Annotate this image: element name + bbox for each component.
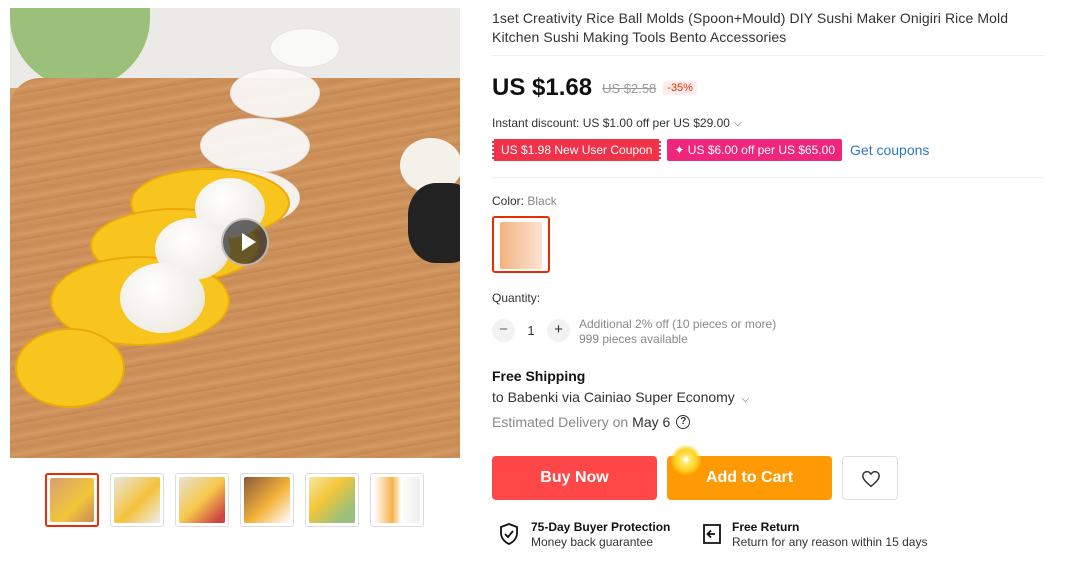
delivery-date: May 6 [632,414,671,430]
shipping-destination-text: to Babenki via Cainiao Super Economy [492,389,735,405]
quantity-info: Additional 2% off (10 pieces or more) 99… [579,317,776,347]
color-swatch[interactable] [492,216,550,273]
buyer-protection: 75-Day Buyer Protection Money back guara… [497,520,670,550]
thumbnail[interactable] [305,473,359,527]
thumbnail[interactable] [175,473,229,527]
chevron-down-icon: ⌵ [733,117,742,129]
chevron-down-icon: ⌵ [738,394,750,405]
product-title: 1set Creativity Rice Ball Molds (Spoon+M… [492,10,1009,45]
heart-icon [862,470,880,488]
store-coupon[interactable]: ✦ US $6.00 off per US $65.00 [667,139,843,161]
discount-badge: -35% [663,81,697,95]
instant-discount-text: Instant discount: US $1.00 off per US $2… [492,116,730,130]
image-sushi-roll [408,183,460,263]
estimated-delivery-label: Estimated Delivery on [492,414,629,430]
quantity-label: Quantity: [492,291,541,305]
color-label: Color: Black [492,194,557,208]
get-coupons-link[interactable]: Get coupons [850,142,929,158]
image-rice-ball [120,263,205,333]
shipping-title: Free Shipping [492,368,586,384]
buy-now-button[interactable]: Buy Now [492,456,657,500]
thumbnail[interactable] [110,473,164,527]
protection-subtitle: Money back guarantee [531,535,654,549]
estimated-delivery: Estimated Delivery on May 6 ? [492,414,691,430]
return-subtitle: Return for any reason within 15 days [732,535,928,549]
shield-check-icon [500,523,518,545]
quantity-value[interactable]: 1 [515,323,547,338]
shipping-destination[interactable]: to Babenki via Cainiao Super Economy ⌵ [492,389,749,405]
help-icon[interactable]: ? [676,415,691,429]
bulk-discount-text: Additional 2% off (10 pieces or more) [579,317,777,331]
quantity-stepper: − 1 + [492,319,570,342]
price-row: US $1.68 US $2.58 -35% [492,74,697,102]
color-value: Black [527,194,557,208]
quantity-minus-button[interactable]: − [492,319,515,342]
divider [492,55,1044,56]
free-return: Free Return Return for any reason within… [700,520,927,550]
original-price: US $2.58 [602,80,657,96]
new-user-coupon[interactable]: US $1.98 New User Coupon [492,139,662,161]
thumbnail-strip [45,473,424,527]
main-product-image[interactable] [10,8,460,458]
instant-discount[interactable]: Instant discount: US $1.00 off per US $2… [492,116,742,130]
thumbnail[interactable] [240,473,294,527]
divider [492,177,1044,178]
protection-title: 75-Day Buyer Protection [531,520,671,534]
thumbnail[interactable] [45,473,99,527]
wishlist-button[interactable] [842,456,898,500]
sparkle-icon: ✦ [671,445,701,475]
return-title: Free Return [732,520,800,534]
quantity-plus-button[interactable]: + [547,319,570,342]
thumbnail[interactable] [370,473,424,527]
swatch-image [500,222,542,269]
return-box-icon [703,524,721,544]
color-label-text: Color: [492,194,528,208]
coupon-row: US $1.98 New User Coupon ✦ US $6.00 off … [492,139,929,161]
play-video-icon[interactable] [221,218,269,266]
stock-text: 999 pieces available [579,332,688,346]
current-price: US $1.68 [492,74,593,101]
